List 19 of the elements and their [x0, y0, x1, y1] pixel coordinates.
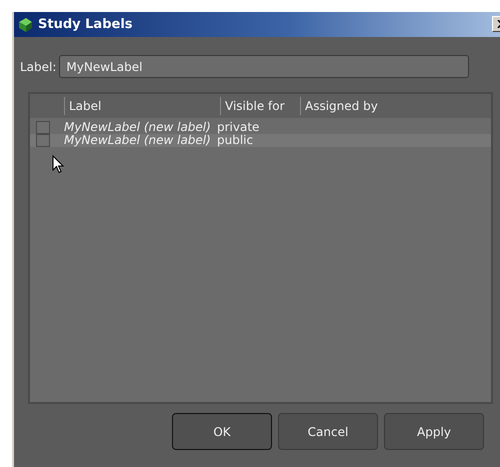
- window-title: Study Labels: [38, 16, 133, 34]
- checkbox[interactable]: [36, 121, 50, 134]
- dialog-button[interactable]: Apply: [384, 413, 484, 450]
- table-row[interactable]: MyNewLabel (new label) private: [30, 121, 491, 134]
- dialog-button[interactable]: Cancel: [278, 413, 378, 450]
- app-icon: [17, 16, 35, 32]
- label-cell-text: MyNewLabel (new label): [64, 134, 212, 147]
- table-row[interactable]: MyNewLabel (new label) public: [30, 134, 491, 147]
- field-label: Label:: [20, 58, 56, 76]
- dialog-button[interactable]: OK: [172, 413, 272, 450]
- pointer-icon: [52, 155, 64, 174]
- visibility-cell: public: [217, 134, 254, 147]
- visibility-cell: private: [217, 121, 260, 134]
- label-field[interactable]: MyNewLabel: [59, 55, 470, 78]
- checkbox[interactable]: [36, 134, 50, 147]
- label-cell-text: MyNewLabel (new label): [64, 121, 212, 134]
- column-header[interactable]: Label: [64, 97, 220, 115]
- column-header[interactable]: Visible for: [220, 97, 300, 115]
- column-header[interactable]: Assigned by: [300, 97, 480, 115]
